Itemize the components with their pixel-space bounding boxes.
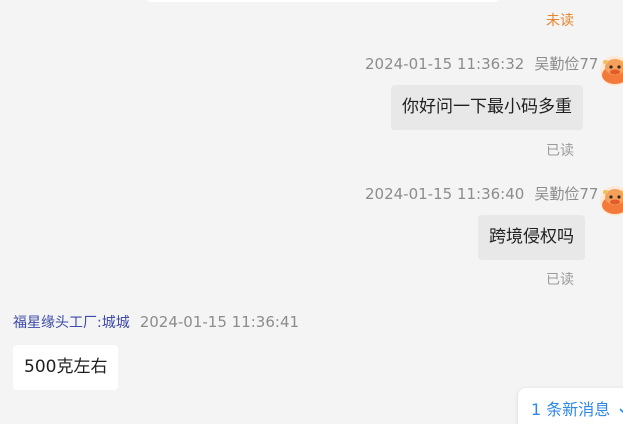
new-messages-label: 1 条新消息 [531,400,611,419]
cartoon-cow-avatar-icon [600,186,623,216]
message-timestamp: 2024-01-15 11:36:41 [139,313,300,331]
message-bubble-sent[interactable]: 你好问一下最小码多重 [391,85,583,130]
chat-message-list[interactable]: 未读 2024-01-15 11:36:32 吴勤俭77 你好问一下最小码多重 已… [0,0,623,424]
message-timestamp: 2024-01-15 11:36:32 [365,55,525,73]
cartoon-cow-avatar-icon [600,56,623,86]
chevron-down-icon [619,388,623,424]
message-timestamp: 2024-01-15 11:36:40 [365,185,525,203]
message-meta: 福星缘头工厂:城城 2024-01-15 11:36:41 [13,312,299,332]
read-status-read: 已读 [546,143,574,159]
message-bubble-received[interactable]: 500克左右 [13,345,119,390]
message-meta: 2024-01-15 11:36:32 吴勤俭77 [365,53,598,74]
new-messages-button[interactable]: 1 条新消息 [518,388,623,424]
read-status-unread: 未读 [546,13,574,29]
message-sender[interactable]: 吴勤俭77 [534,185,598,203]
message-bubble-sent[interactable]: 跨境侵权吗 [478,215,585,260]
avatar-icon[interactable] [597,53,623,87]
message-meta: 2024-01-15 11:36:40 吴勤俭77 [365,183,598,204]
avatar-icon[interactable] [597,183,623,217]
previous-message-bubble [145,0,501,2]
message-sender-link[interactable]: 福星缘头工厂:城城 [13,315,130,331]
message-sender[interactable]: 吴勤俭77 [534,55,598,73]
read-status-read: 已读 [546,272,574,288]
